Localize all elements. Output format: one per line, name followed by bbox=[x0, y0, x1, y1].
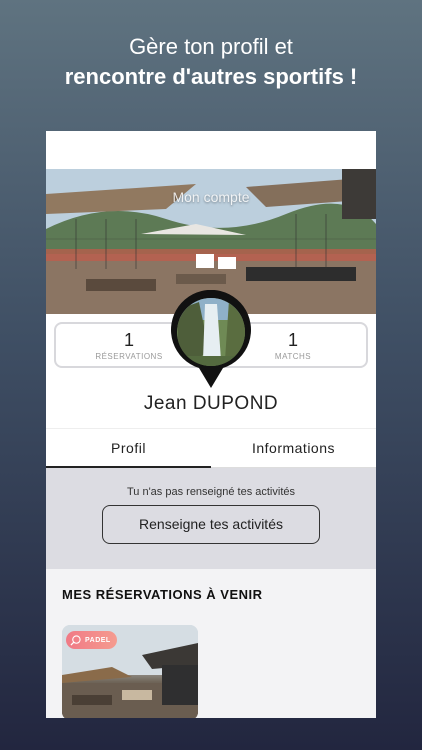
user-name: Jean DUPOND bbox=[46, 384, 376, 428]
promo-header: Gère ton profil et rencontre d'autres sp… bbox=[0, 32, 422, 92]
tab-profil[interactable]: Profil bbox=[46, 429, 211, 468]
reservations-title: MES RÉSERVATIONS À VENIR bbox=[62, 587, 263, 602]
phone-screen: Mon compte 1 RÉSERVATIONS 1 MATCHS Jean … bbox=[46, 131, 376, 718]
status-bar bbox=[46, 131, 376, 169]
stats-bar: 1 RÉSERVATIONS 1 MATCHS bbox=[46, 290, 376, 388]
sport-badge: PADEL bbox=[66, 631, 117, 649]
page-title: Mon compte bbox=[172, 189, 250, 205]
activities-message: Tu n'as pas renseigné tes activités bbox=[126, 486, 295, 498]
profile-tabs: Profil Informations bbox=[46, 428, 376, 468]
tab-informations[interactable]: Informations bbox=[211, 429, 376, 468]
promo-line-2: rencontre d'autres sportifs ! bbox=[64, 64, 358, 89]
promo-line-1: Gère ton profil et bbox=[129, 34, 293, 59]
last-name: DUPOND bbox=[192, 393, 279, 414]
activities-panel: Tu n'as pas renseigné tes activités Rens… bbox=[46, 468, 376, 569]
fill-activities-button[interactable]: Renseigne tes activités bbox=[102, 505, 320, 544]
avatar[interactable] bbox=[169, 290, 253, 390]
racket-icon bbox=[70, 634, 81, 646]
first-name: Jean bbox=[143, 393, 188, 414]
reservation-card[interactable]: PADEL bbox=[62, 625, 198, 718]
reservations-section: MES RÉSERVATIONS À VENIR PADEL bbox=[46, 569, 376, 718]
sport-badge-label: PADEL bbox=[85, 636, 111, 644]
